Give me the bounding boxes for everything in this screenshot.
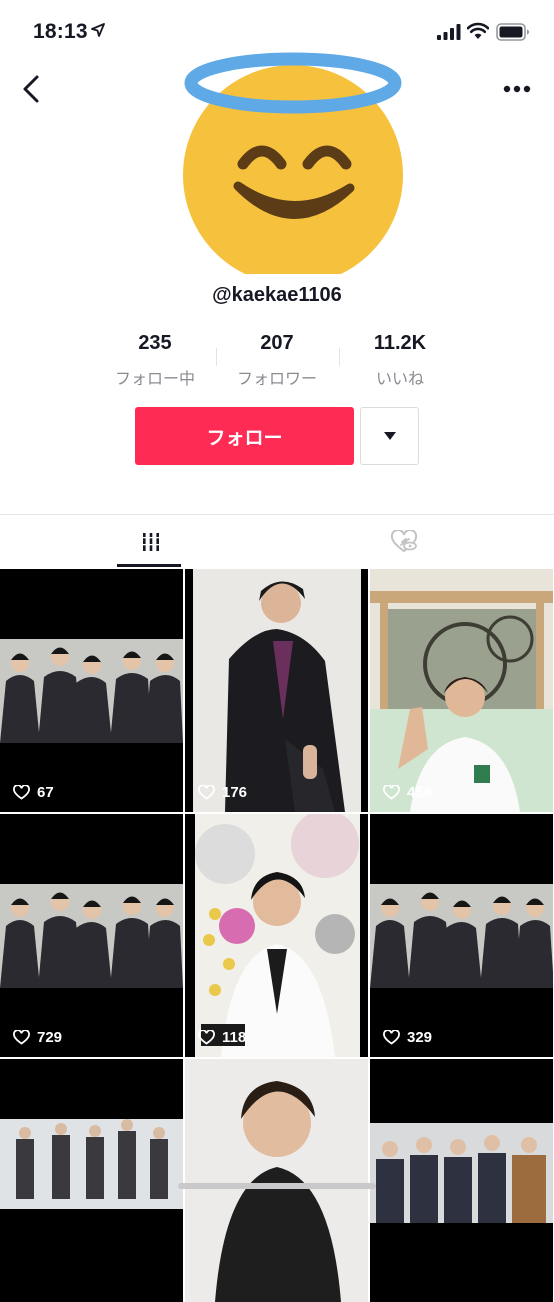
heart-outline-icon	[383, 1030, 400, 1045]
like-count-value: 729	[37, 1029, 63, 1046]
like-count-value: 458	[407, 784, 433, 801]
back-chevron-icon[interactable]	[18, 73, 46, 105]
like-count: 67	[13, 784, 54, 801]
likes-stat: 11.2K いいね	[345, 330, 455, 389]
portrait-photo-thumbnail	[185, 1059, 368, 1302]
battery-icon	[496, 23, 529, 41]
tab-liked[interactable]	[265, 515, 542, 568]
heart-outline-icon	[13, 1030, 30, 1045]
caret-down-icon	[383, 432, 396, 440]
like-count-value: 329	[407, 1029, 433, 1046]
avatar-smiling-face-with-halo-icon	[183, 52, 403, 274]
stat-divider	[339, 348, 340, 366]
username: @kaekae1106	[212, 284, 342, 306]
wifi-icon	[467, 22, 489, 39]
active-tab-indicator	[117, 564, 181, 567]
like-count: 118	[198, 1029, 246, 1046]
heart-outline-icon	[198, 785, 215, 800]
location-arrow-icon	[91, 23, 105, 37]
follow-button[interactable]: フォロー	[135, 407, 354, 465]
group-photo-thumbnail	[0, 1059, 183, 1302]
video-thumbnail[interactable]: 118	[185, 814, 368, 1057]
video-thumbnail[interactable]	[0, 1059, 183, 1302]
heart-outline-icon	[13, 785, 30, 800]
cellular-signal-icon	[437, 24, 461, 40]
tab-bar	[0, 515, 554, 568]
group-photo-thumbnail	[0, 814, 183, 1057]
likes-label: いいね	[375, 371, 424, 388]
group-photo-thumbnail	[370, 814, 553, 1057]
following-count: 235	[138, 332, 172, 354]
followers-stat[interactable]: 207 フォロワー	[222, 330, 332, 389]
group-photo-thumbnail	[370, 1059, 553, 1302]
video-thumbnail[interactable]: 67	[0, 569, 183, 812]
video-thumbnail[interactable]: 458	[370, 569, 553, 812]
grid-icon	[140, 532, 161, 551]
followers-label: フォロワー	[236, 371, 317, 388]
like-count-value: 67	[37, 784, 54, 801]
following-stat[interactable]: 235 フォロー中	[100, 330, 210, 389]
portrait-photo-thumbnail	[185, 569, 368, 812]
like-count: 729	[13, 1029, 62, 1046]
like-count: 176	[198, 784, 247, 801]
more-options-icon[interactable]	[500, 80, 534, 98]
video-thumbnail[interactable]: 729	[0, 814, 183, 1057]
home-indicator	[178, 1183, 376, 1189]
video-thumbnail[interactable]	[370, 1059, 553, 1302]
likes-count: 11.2K	[373, 332, 427, 354]
followers-count: 207	[260, 332, 294, 354]
group-photo-thumbnail	[0, 569, 183, 812]
profile-stats: 235 フォロー中 207 フォロワー 11.2K いいね	[0, 330, 554, 390]
like-count-value: 176	[222, 784, 248, 801]
heart-outline-icon	[383, 785, 400, 800]
heart-outline-icon	[198, 1030, 215, 1045]
hidden-heart-icon	[390, 529, 417, 552]
like-count: 329	[383, 1029, 432, 1046]
status-time: 18:13	[33, 20, 88, 43]
stat-divider	[216, 348, 217, 366]
video-thumbnail[interactable]: 176	[185, 569, 368, 812]
suggested-accounts-dropdown-button[interactable]	[360, 407, 419, 465]
like-count-value: 118	[222, 1029, 247, 1046]
portrait-photo-thumbnail	[185, 814, 368, 1057]
video-thumbnail[interactable]	[185, 1059, 368, 1302]
like-count: 458	[383, 784, 432, 801]
tab-videos[interactable]	[12, 515, 289, 568]
room-photo-thumbnail	[370, 569, 553, 812]
video-thumbnail[interactable]: 329	[370, 814, 553, 1057]
following-label: フォロー中	[114, 371, 195, 388]
